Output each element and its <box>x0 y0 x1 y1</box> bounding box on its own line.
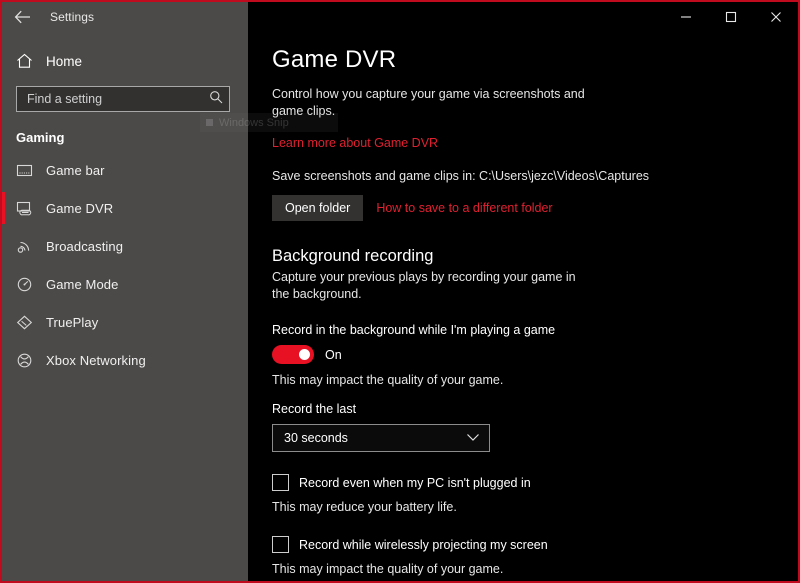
background-toggle-row: On <box>272 345 768 364</box>
record-unplugged-checkbox[interactable] <box>272 474 289 491</box>
background-recording-description: Capture your previous plays by recording… <box>272 269 592 303</box>
title-bar-left: Settings <box>2 2 248 32</box>
close-icon <box>770 11 782 23</box>
record-projecting-checkbox[interactable] <box>272 536 289 553</box>
background-toggle-label: Record in the background while I'm playi… <box>272 323 768 337</box>
minimize-icon <box>680 11 692 23</box>
page-title: Game DVR <box>272 46 768 74</box>
sidebar-item-game-bar[interactable]: Game bar <box>2 151 248 189</box>
sidebar-item-trueplay[interactable]: TruePlay <box>2 303 248 341</box>
sidebar-item-xbox-networking[interactable]: Xbox Networking <box>2 341 248 379</box>
sidebar-item-label: Broadcasting <box>46 239 123 254</box>
sidebar-item-broadcasting[interactable]: Broadcasting <box>2 227 248 265</box>
trueplay-icon <box>16 315 42 330</box>
game-mode-icon <box>16 277 42 292</box>
save-location-label: Save screenshots and game clips in: C:\U… <box>272 169 768 183</box>
xbox-networking-icon <box>16 353 42 368</box>
search-box[interactable] <box>16 86 230 112</box>
page-description: Control how you capture your game via sc… <box>272 86 612 120</box>
app-title: Settings <box>50 10 94 24</box>
different-folder-link[interactable]: How to save to a different folder <box>376 201 552 215</box>
home-icon <box>16 53 42 69</box>
folder-actions-row: Open folder How to save to a different f… <box>272 195 768 221</box>
search-input[interactable] <box>27 92 209 106</box>
record-unplugged-hint: This may reduce your battery life. <box>272 500 768 514</box>
minimize-button[interactable] <box>663 2 708 32</box>
back-arrow-icon <box>14 10 31 24</box>
search-icon[interactable] <box>209 90 223 109</box>
broadcasting-icon <box>16 239 42 254</box>
game-bar-icon <box>16 163 42 178</box>
record-projecting-hint: This may impact the quality of your game… <box>272 562 768 576</box>
title-bar: Settings <box>2 2 798 32</box>
back-button[interactable] <box>2 2 42 32</box>
background-toggle-hint: This may impact the quality of your game… <box>272 373 768 387</box>
settings-window: Settings <box>0 0 800 583</box>
window-controls <box>248 2 798 32</box>
sidebar-section-title: Gaming <box>2 112 248 151</box>
sidebar-item-label: Game DVR <box>46 201 113 216</box>
background-recording-title: Background recording <box>272 247 768 266</box>
background-recording-toggle[interactable] <box>272 345 314 364</box>
sidebar-item-label: Home <box>46 54 82 69</box>
sidebar-item-label: Game bar <box>46 163 105 178</box>
sidebar: Home Gaming Game bar <box>2 32 248 583</box>
record-last-value: 30 seconds <box>284 431 348 445</box>
record-last-dropdown[interactable]: 30 seconds <box>272 424 490 452</box>
toggle-state-label: On <box>325 348 342 362</box>
game-dvr-icon <box>16 201 42 216</box>
sidebar-item-game-mode[interactable]: Game Mode <box>2 265 248 303</box>
sidebar-item-home[interactable]: Home <box>2 42 248 80</box>
learn-more-link[interactable]: Learn more about Game DVR <box>272 136 438 150</box>
checkbox-row-projecting: Record while wirelessly projecting my sc… <box>272 536 768 553</box>
close-button[interactable] <box>753 2 798 32</box>
record-last-label: Record the last <box>272 402 768 416</box>
sidebar-item-label: Game Mode <box>46 277 118 292</box>
sidebar-item-label: TruePlay <box>46 315 98 330</box>
checkbox-row-battery: Record even when my PC isn't plugged in <box>272 474 768 491</box>
toggle-knob <box>299 349 310 360</box>
maximize-icon <box>725 11 737 23</box>
main-content: Game DVR Control how you capture your ga… <box>248 32 798 583</box>
maximize-button[interactable] <box>708 2 753 32</box>
open-folder-button[interactable]: Open folder <box>272 195 363 221</box>
record-projecting-label: Record while wirelessly projecting my sc… <box>299 538 548 552</box>
chevron-down-icon <box>466 429 480 447</box>
record-unplugged-label: Record even when my PC isn't plugged in <box>299 476 531 490</box>
sidebar-item-label: Xbox Networking <box>46 353 146 368</box>
sidebar-item-game-dvr[interactable]: Game DVR <box>2 189 248 227</box>
